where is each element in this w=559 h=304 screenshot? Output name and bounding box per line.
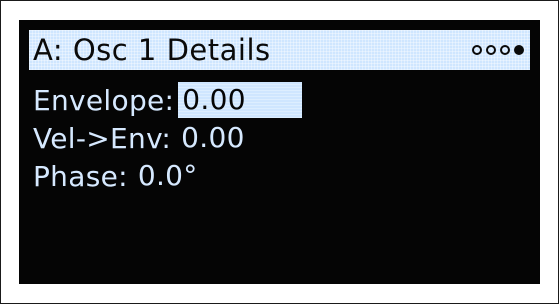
page-title: A: Osc 1 Details — [33, 33, 271, 67]
param-vel-env-value[interactable]: 0.00 — [177, 120, 249, 156]
page-dot-4-active — [514, 45, 524, 55]
device-frame: A: Osc 1 Details Envelope: 0.00 Vel->Env… — [0, 0, 559, 304]
page-indicator — [472, 42, 524, 58]
param-envelope[interactable]: Envelope: 0.00 — [33, 81, 303, 119]
param-phase-label: Phase: — [33, 159, 128, 193]
page-dot-1 — [472, 45, 482, 55]
param-phase[interactable]: Phase: 0.0° — [33, 157, 202, 195]
param-envelope-label: Envelope: — [33, 83, 175, 117]
page-dot-3 — [500, 45, 510, 55]
param-vel-env-label: Vel->Env: — [33, 121, 172, 155]
page-header: A: Osc 1 Details — [29, 30, 530, 70]
param-vel-env[interactable]: Vel->Env: 0.00 — [33, 119, 249, 157]
page-dot-2 — [486, 45, 496, 55]
display-screen: A: Osc 1 Details Envelope: 0.00 Vel->Env… — [19, 20, 540, 284]
param-envelope-value[interactable]: 0.00 — [178, 82, 303, 118]
param-phase-value[interactable]: 0.0° — [134, 158, 202, 194]
